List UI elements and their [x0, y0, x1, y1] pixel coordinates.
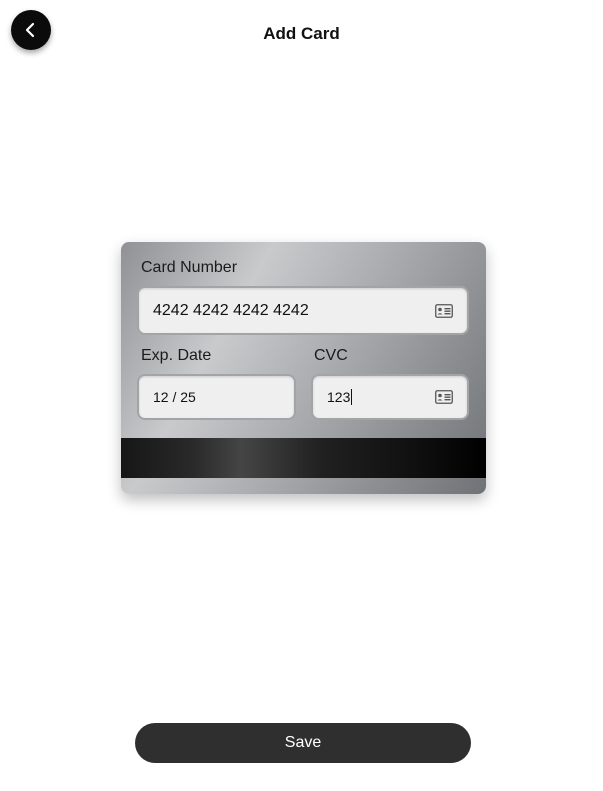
exp-date-value: 12 / 25 — [153, 389, 196, 405]
exp-date-label: Exp. Date — [141, 347, 212, 364]
credit-card-form: Card Number 4242 4242 4242 4242 Exp. Dat… — [121, 242, 486, 494]
text-caret — [351, 389, 353, 405]
add-card-screen: Add Card Card Number 4242 4242 4242 4242… — [0, 0, 603, 791]
card-number-input[interactable]: 4242 4242 4242 4242 — [137, 286, 469, 335]
exp-date-input[interactable]: 12 / 25 — [137, 374, 296, 420]
cvc-input[interactable]: 123 — [311, 374, 469, 420]
save-button[interactable]: Save — [135, 723, 471, 763]
magnetic-stripe — [121, 438, 486, 478]
card-number-label: Card Number — [141, 259, 238, 276]
cvc-value: 123 — [327, 389, 351, 405]
cvc-label: CVC — [314, 347, 348, 364]
id-card-icon — [435, 303, 453, 318]
page-title: Add Card — [263, 24, 340, 43]
id-card-icon — [435, 390, 453, 404]
card-number-value: 4242 4242 4242 4242 — [153, 301, 309, 319]
